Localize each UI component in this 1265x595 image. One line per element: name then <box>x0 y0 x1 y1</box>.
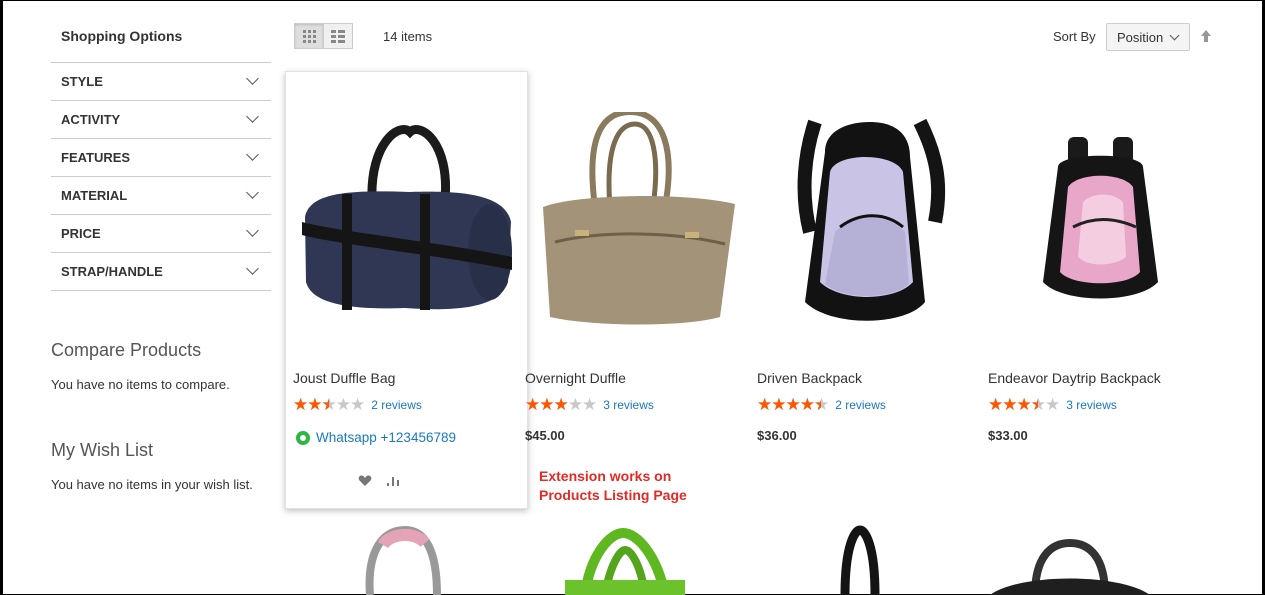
product-image-joust-duffle[interactable] <box>300 122 514 318</box>
reviews-link[interactable]: 3 reviews <box>603 398 654 412</box>
chevron-down-icon <box>246 224 259 237</box>
product-name-endeavor-backpack[interactable]: Endeavor Daytrip Backpack <box>988 370 1161 386</box>
reviews-link[interactable]: 3 reviews <box>1066 398 1117 412</box>
product-image-overnight-duffle[interactable] <box>535 112 740 328</box>
chevron-down-icon <box>246 148 259 161</box>
chevron-down-icon <box>246 72 259 85</box>
chevron-down-icon <box>246 186 259 199</box>
heart-icon[interactable] <box>358 475 372 487</box>
filter-label: STYLE <box>61 74 103 89</box>
product-image-row2-4[interactable] <box>990 538 1150 595</box>
star-rating: ★★★★★★★★★★ <box>988 395 1060 414</box>
wishlist-title: My Wish List <box>51 440 154 460</box>
filter-features[interactable]: FEATURES <box>51 139 271 177</box>
annotation-note: Extension works on Products Listing Page <box>539 467 687 505</box>
product-price: $33.00 <box>988 428 1028 443</box>
product-actions <box>358 475 400 487</box>
star-rating: ★★★★★★★★★★ <box>525 395 597 414</box>
whatsapp-label: Whatsapp +123456789 <box>316 430 456 445</box>
star-rating: ★★★★★★★★★★ <box>293 395 365 414</box>
compare-icon[interactable] <box>386 475 400 487</box>
product-image-endeavor-backpack[interactable] <box>1038 132 1163 304</box>
grid-icon <box>302 29 316 43</box>
product-image-row2-2[interactable] <box>565 525 685 595</box>
arrow-up-icon[interactable] <box>1200 29 1212 43</box>
star-rating: ★★★★★★★★★★ <box>757 395 829 414</box>
product-rating: ★★★★★★★★★★ 2 reviews <box>293 396 422 413</box>
whatsapp-icon <box>296 430 310 445</box>
filter-label: MATERIAL <box>61 188 128 203</box>
product-name-joust-duffle[interactable]: Joust Duffle Bag <box>293 370 395 386</box>
compare-products-title: Compare Products <box>51 340 202 360</box>
product-rating: ★★★★★★★★★★ 3 reviews <box>525 396 654 413</box>
wishlist-empty-text: You have no items in your wish list. <box>51 477 253 492</box>
product-rating: ★★★★★★★★★★ 3 reviews <box>988 396 1117 413</box>
filter-label: FEATURES <box>61 150 131 165</box>
chevron-down-icon <box>246 110 259 123</box>
sort-select[interactable]: Position <box>1106 23 1190 51</box>
product-image-row2-3[interactable] <box>830 525 890 595</box>
product-price: $45.00 <box>525 428 565 443</box>
product-image-row2-1[interactable] <box>345 525 455 595</box>
reviews-link[interactable]: 2 reviews <box>835 398 886 412</box>
filter-price[interactable]: PRICE <box>51 215 271 253</box>
product-name-driven-backpack[interactable]: Driven Backpack <box>757 370 862 386</box>
filter-label: PRICE <box>61 226 101 241</box>
chevron-down-icon <box>1169 30 1180 40</box>
filter-activity[interactable]: ACTIVITY <box>51 101 271 139</box>
shopping-options-title: Shopping Options <box>61 28 183 44</box>
product-image-driven-backpack[interactable] <box>785 112 953 330</box>
filter-style[interactable]: STYLE <box>51 63 271 101</box>
annotation-line: Extension works on <box>539 468 672 484</box>
filter-strap-handle[interactable]: STRAP/HANDLE <box>51 253 271 291</box>
list-view-button[interactable] <box>323 23 353 49</box>
sidebar: Shopping Options STYLE ACTIVITY FEATURES… <box>51 22 271 492</box>
filter-material[interactable]: MATERIAL <box>51 177 271 215</box>
reviews-link[interactable]: 2 reviews <box>371 398 422 412</box>
item-count: 14 items <box>383 29 433 44</box>
product-name-overnight-duffle[interactable]: Overnight Duffle <box>525 370 626 386</box>
filter-label: STRAP/HANDLE <box>61 264 163 279</box>
sort-by-label: Sort By <box>1053 29 1096 44</box>
view-mode-switcher <box>294 23 353 49</box>
chevron-down-icon <box>246 262 259 275</box>
grid-view-button[interactable] <box>294 23 324 49</box>
filter-label: ACTIVITY <box>61 112 121 127</box>
sort-select-value: Position <box>1117 29 1164 45</box>
whatsapp-link[interactable]: Whatsapp +123456789 <box>296 430 456 445</box>
list-icon <box>331 29 345 43</box>
annotation-line: Products Listing Page <box>539 487 687 503</box>
compare-empty-text: You have no items to compare. <box>51 377 230 392</box>
filter-list: STYLE ACTIVITY FEATURES MATERIAL PRICE S… <box>51 62 271 291</box>
product-price: $36.00 <box>757 428 797 443</box>
product-rating: ★★★★★★★★★★ 2 reviews <box>757 396 886 413</box>
